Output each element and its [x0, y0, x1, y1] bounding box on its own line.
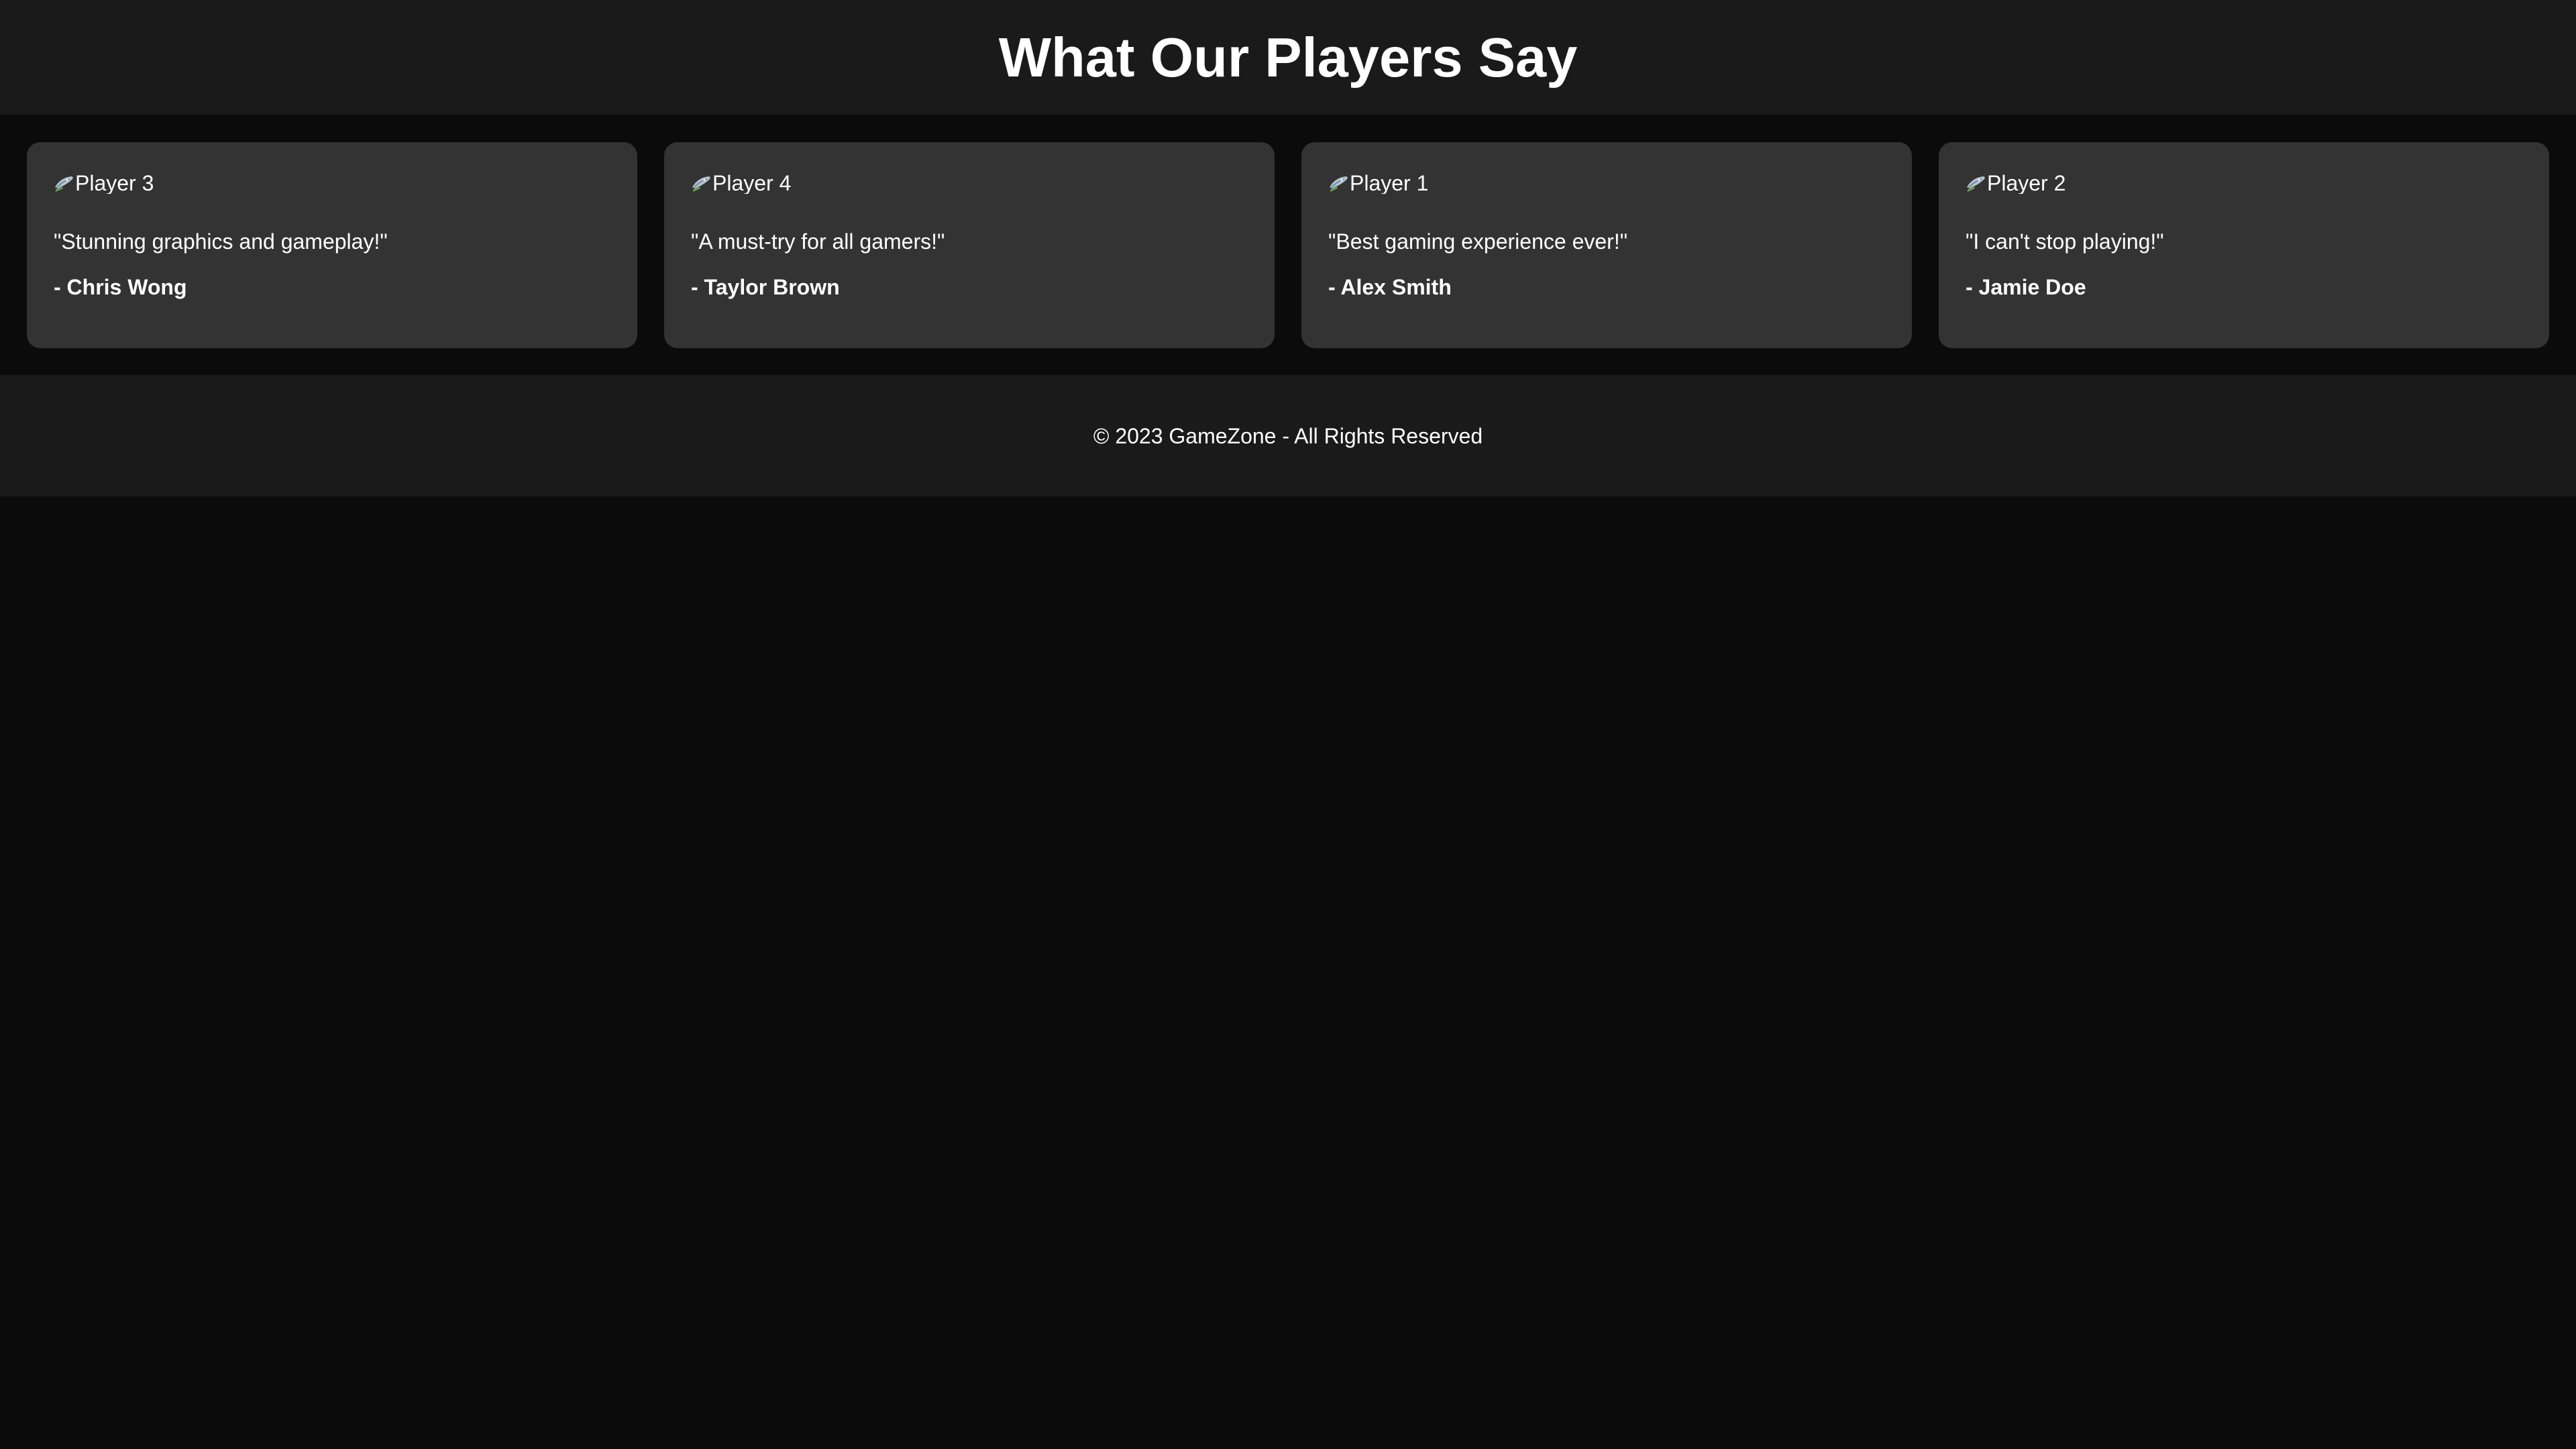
testimonial-quote: "Best gaming experience ever!"	[1328, 229, 1628, 254]
testimonial-author: - Alex Smith	[1328, 275, 1452, 300]
testimonial-quote: "I can't stop playing!"	[1966, 229, 2164, 254]
avatar: Player 2	[1966, 170, 2522, 197]
avatar-alt-text: Player 1	[1350, 172, 1429, 194]
testimonial-author: - Jamie Doe	[1966, 275, 2086, 300]
avatar-alt-text: Player 2	[1987, 172, 2066, 194]
testimonial-quote: "A must-try for all gamers!"	[691, 229, 945, 254]
testimonial-card: Player 4 "A must-try for all gamers!" - …	[664, 142, 1275, 348]
page-header: What Our Players Say	[0, 0, 2576, 115]
avatar-alt-text: Player 3	[75, 172, 154, 194]
testimonials-section: Player 3 "Stunning graphics and gameplay…	[0, 115, 2576, 375]
broken-image-icon	[1967, 176, 1985, 192]
page-title: What Our Players Say	[998, 26, 1578, 89]
avatar: Player 3	[54, 170, 610, 197]
testimonial-card: Player 3 "Stunning graphics and gameplay…	[27, 142, 637, 348]
broken-image-icon	[55, 176, 73, 192]
testimonial-quote: "Stunning graphics and gameplay!"	[54, 229, 388, 254]
page-footer: © 2023 GameZone - All Rights Reserved	[0, 375, 2576, 496]
avatar: Player 1	[1328, 170, 1885, 197]
avatar: Player 4	[691, 170, 1248, 197]
testimonial-author: - Taylor Brown	[691, 275, 840, 300]
avatar-alt-text: Player 4	[712, 172, 792, 194]
testimonial-card: Player 2 "I can't stop playing!" - Jamie…	[1939, 142, 2549, 348]
broken-image-icon	[692, 176, 710, 192]
broken-image-icon	[1330, 176, 1348, 192]
copyright-text: © 2023 GameZone - All Rights Reserved	[1093, 423, 1483, 448]
testimonial-author: - Chris Wong	[54, 275, 187, 300]
testimonial-card: Player 1 "Best gaming experience ever!" …	[1301, 142, 1912, 348]
